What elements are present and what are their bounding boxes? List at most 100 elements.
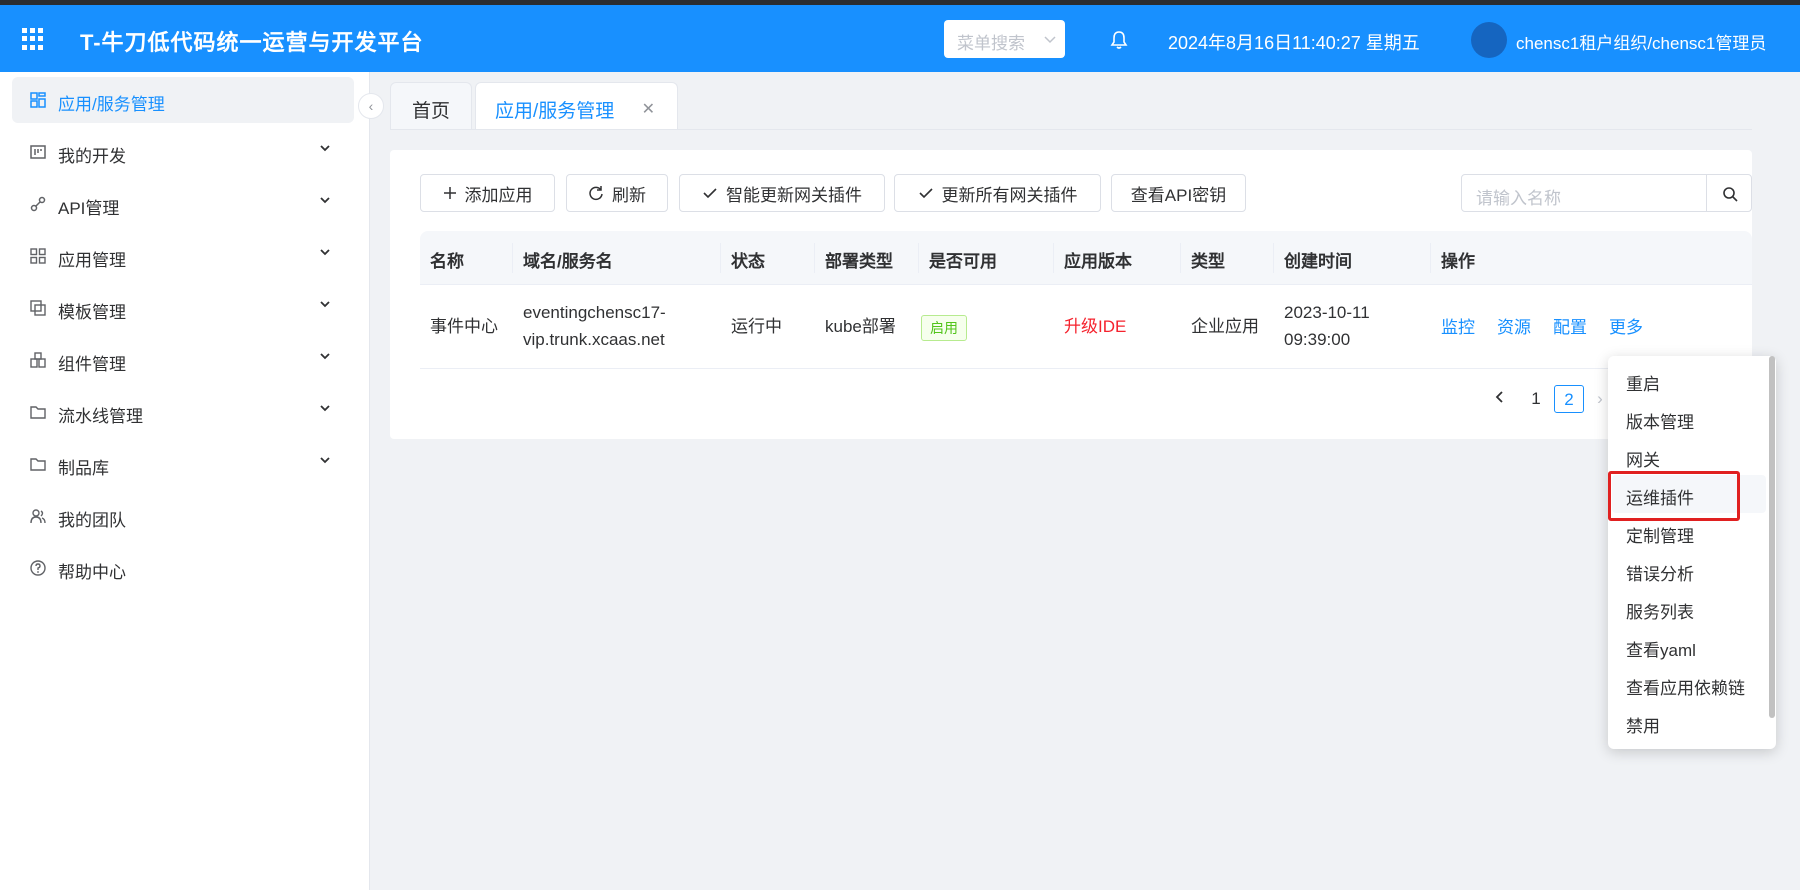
sidebar-item-template[interactable]: 模板管理 — [12, 285, 354, 331]
add-app-button[interactable]: 添加应用 — [420, 174, 555, 212]
more-link[interactable]: 更多 — [1609, 313, 1643, 338]
scrollbar[interactable] — [1769, 356, 1775, 718]
sidebar-item-component[interactable]: 组件管理 — [12, 337, 354, 383]
menu-item-dependency[interactable]: 查看应用依赖链 — [1626, 674, 1745, 699]
column-header: 类型 — [1191, 252, 1225, 271]
tab-app-service[interactable]: 应用/服务管理 ✕ — [475, 82, 678, 130]
app-title: T-牛刀低代码统一运营与开发平台 — [80, 30, 424, 55]
user-name[interactable]: chensc1租户组织/chensc1管理员 — [1516, 29, 1766, 54]
search-input[interactable]: 请输入名称 — [1461, 174, 1707, 212]
sidebar-item-team[interactable]: 我的团队 — [12, 493, 354, 539]
more-dropdown-menu: 重启 版本管理 网关 运维插件 定制管理 错误分析 服务列表 查看yaml 查看… — [1608, 356, 1776, 749]
sidebar-item-label: 制品库 — [58, 459, 109, 478]
sidebar-item-label: 我的团队 — [58, 511, 126, 530]
smart-update-gateway-button[interactable]: 智能更新网关插件 — [679, 174, 885, 212]
avatar[interactable] — [1471, 22, 1507, 58]
column-divider — [1430, 243, 1431, 273]
main-panel: 添加应用 刷新 智能更新网关插件 更新所有网关插件 查看API密钥 请输入名称 … — [390, 150, 1752, 439]
cell-created-time: 09:39:00 — [1284, 330, 1351, 349]
app-grid-icon — [30, 92, 46, 108]
menu-item-error-analysis[interactable]: 错误分析 — [1626, 560, 1694, 585]
check-icon — [703, 188, 717, 199]
sidebar: 应用/服务管理 我的开发 API管理 应用管理 模板管理 组件管理 流水线管理 … — [0, 72, 370, 890]
cell-deploy-type: kube部署 — [825, 317, 896, 336]
cell-domain-line2: vip.trunk.xcaas.net — [523, 330, 665, 349]
sidebar-item-api[interactable]: API管理 — [12, 181, 354, 227]
component-icon — [30, 352, 46, 368]
datetime-display: 2024年8月16日11:40:27 星期五 — [1168, 33, 1420, 53]
sidebar-item-app-service[interactable]: 应用/服务管理 — [12, 77, 354, 123]
column-header: 名称 — [430, 252, 464, 271]
template-icon — [30, 300, 46, 316]
column-header: 应用版本 — [1064, 252, 1132, 271]
menu-item-gateway[interactable]: 网关 — [1626, 446, 1660, 471]
menu-item-restart[interactable]: 重启 — [1626, 370, 1660, 395]
monitor-link[interactable]: 监控 — [1441, 313, 1475, 338]
table-header: 名称 域名/服务名 状态 部署类型 是否可用 应用版本 类型 创建时间 操作 — [420, 231, 1752, 285]
update-all-label: 更新所有网关插件 — [941, 185, 1078, 205]
refresh-button[interactable]: 刷新 — [566, 174, 668, 212]
sidebar-item-label: API管理 — [58, 199, 120, 218]
table-row: 事件中心 eventingchensc17- vip.trunk.xcaas.n… — [420, 285, 1752, 369]
sidebar-item-label: 我的开发 — [58, 147, 126, 166]
menu-item-service-list[interactable]: 服务列表 — [1626, 598, 1694, 623]
team-icon — [30, 509, 46, 524]
close-icon[interactable]: ✕ — [642, 99, 655, 119]
column-header: 部署类型 — [825, 252, 893, 271]
grid-icon — [30, 248, 46, 264]
column-divider — [1053, 243, 1054, 273]
sidebar-item-label: 帮助中心 — [58, 563, 126, 582]
sidebar-item-label: 组件管理 — [58, 355, 126, 374]
search-button[interactable] — [1706, 174, 1752, 212]
menu-item-view-yaml[interactable]: 查看yaml — [1626, 636, 1696, 661]
sidebar-item-label: 应用/服务管理 — [58, 95, 165, 114]
top-header: T-牛刀低代码统一运营与开发平台 菜单搜索 2024年8月16日11:40:27… — [0, 5, 1800, 72]
sidebar-item-label: 流水线管理 — [58, 407, 143, 426]
resource-link[interactable]: 资源 — [1497, 313, 1531, 338]
cell-status: 运行中 — [731, 317, 782, 336]
add-app-label: 添加应用 — [464, 185, 533, 205]
column-header: 创建时间 — [1284, 252, 1352, 271]
chevron-down-icon — [320, 353, 330, 360]
tab-label: 应用/服务管理 — [495, 101, 615, 122]
chevron-down-icon — [320, 405, 330, 412]
sidebar-collapse-button[interactable]: ‹ — [358, 93, 384, 119]
column-divider — [512, 243, 513, 273]
tab-home[interactable]: 首页 — [390, 82, 472, 130]
view-api-key-label: 查看API密钥 — [1130, 185, 1227, 205]
column-header: 状态 — [731, 252, 765, 271]
next-page-icon[interactable]: › — [1590, 385, 1610, 413]
column-divider — [918, 243, 919, 273]
chevron-down-icon — [1044, 36, 1056, 44]
sidebar-item-artifact[interactable]: 制品库 — [12, 441, 354, 487]
menu-search-select[interactable]: 菜单搜索 — [944, 20, 1065, 58]
config-link[interactable]: 配置 — [1553, 313, 1587, 338]
menu-item-version[interactable]: 版本管理 — [1626, 408, 1694, 433]
apps-grid-icon[interactable] — [22, 28, 44, 50]
search-placeholder: 请输入名称 — [1476, 189, 1561, 208]
update-all-gateway-button[interactable]: 更新所有网关插件 — [894, 174, 1101, 212]
sidebar-item-pipeline[interactable]: 流水线管理 — [12, 389, 354, 435]
column-header: 是否可用 — [929, 252, 997, 271]
page-1[interactable]: 1 — [1526, 385, 1546, 413]
column-header: 域名/服务名 — [523, 252, 613, 271]
view-api-key-button[interactable]: 查看API密钥 — [1111, 174, 1246, 212]
upgrade-ide-link[interactable]: 升级IDE — [1064, 313, 1126, 340]
prev-page-icon[interactable] — [1490, 385, 1510, 413]
column-header: 操作 — [1441, 252, 1475, 271]
sidebar-item-app-manage[interactable]: 应用管理 — [12, 233, 354, 279]
sidebar-item-my-dev[interactable]: 我的开发 — [12, 129, 354, 175]
menu-item-disable[interactable]: 禁用 — [1626, 712, 1660, 737]
chevron-down-icon — [320, 197, 330, 204]
chevron-down-icon — [320, 249, 330, 256]
bell-icon[interactable] — [1110, 30, 1128, 50]
menu-item-custom[interactable]: 定制管理 — [1626, 522, 1694, 547]
sidebar-item-help[interactable]: 帮助中心 — [12, 545, 354, 591]
tab-divider — [390, 129, 1752, 130]
cell-domain: eventingchensc17- vip.trunk.xcaas.net — [523, 299, 666, 353]
refresh-icon — [589, 186, 603, 201]
cell-created-date: 2023-10-11 — [1284, 303, 1370, 322]
page-2[interactable]: 2 — [1554, 385, 1584, 413]
chevron-down-icon — [320, 301, 330, 308]
link-icon — [30, 196, 46, 212]
